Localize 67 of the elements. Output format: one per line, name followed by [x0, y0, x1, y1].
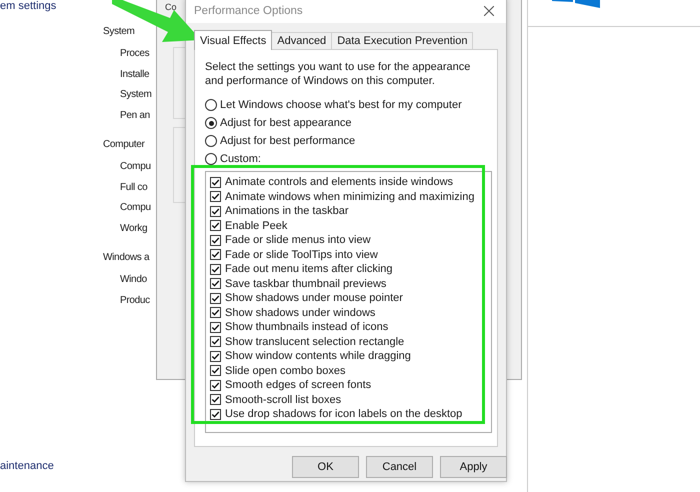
tab[interactable]: Data Execution Prevention	[331, 32, 474, 49]
checkbox-label: Enable Peek	[225, 220, 288, 232]
checkbox[interactable]	[210, 292, 221, 304]
description-text: Select the settings you want to use for the appearance and performance of Windows on this computer.	[205, 60, 472, 88]
dialog-button[interactable]: OK	[292, 456, 359, 478]
dialog-button[interactable]: Apply	[440, 456, 507, 478]
checkbox-label: Fade or slide menus into view	[225, 234, 371, 246]
settings-label: Proces	[120, 47, 150, 61]
checkbox[interactable]	[210, 322, 221, 333]
window-title: Performance Options	[194, 5, 303, 17]
close-icon[interactable]	[484, 6, 494, 16]
section-heading: System	[103, 25, 135, 39]
radio-label: Custom:	[220, 153, 261, 165]
windows-logo-icon	[550, 0, 600, 10]
settings-label: Compu	[120, 160, 151, 174]
checkbox[interactable]	[210, 350, 221, 362]
radio-button[interactable]	[205, 153, 217, 165]
settings-link[interactable]: em settings	[0, 0, 56, 12]
checkbox[interactable]	[210, 394, 221, 406]
checkbox-label: Animate controls and elements inside windows	[225, 176, 454, 188]
checkbox[interactable]	[210, 336, 221, 348]
checkbox[interactable]	[210, 191, 221, 202]
checkbox-label: Fade or slide ToolTips into view	[225, 248, 378, 261]
checkbox[interactable]	[210, 408, 221, 420]
settings-label: Windo	[120, 273, 147, 287]
checkbox-label: Smooth-scroll list boxes	[225, 394, 342, 406]
settings-label: Compu	[120, 201, 151, 215]
radio-button[interactable]	[205, 117, 217, 129]
checkbox-label: Slide open combo boxes	[225, 364, 346, 377]
settings-label: Installe	[120, 68, 150, 82]
settings-label: Pen an	[120, 108, 150, 122]
tab[interactable]: Co	[165, 2, 177, 12]
tab[interactable]: Visual Effects	[194, 30, 272, 50]
checkbox[interactable]	[210, 278, 221, 290]
checkbox-label: Animations in the taskbar	[225, 205, 349, 218]
checkbox[interactable]	[210, 380, 221, 391]
checkbox-label: Show shadows under windows	[225, 306, 376, 319]
checkbox[interactable]	[210, 264, 221, 275]
checkbox-label: Show thumbnails instead of icons	[225, 321, 388, 334]
settings-label: Produc	[120, 294, 150, 308]
checkbox-label: Animate windows when minimizing and maximizing	[225, 190, 474, 203]
checkbox-label: Smooth edges of screen fonts	[225, 379, 372, 392]
checkbox-label: Show window contents while dragging	[225, 350, 411, 362]
checkbox-label: Show translucent selection rectangle	[225, 336, 404, 348]
radio-label: Adjust for best appearance	[220, 117, 352, 129]
settings-label: Full co	[120, 180, 148, 194]
checkbox-label: Show shadows under mouse pointer	[225, 292, 403, 304]
settings-label: Workg	[120, 222, 148, 236]
checkbox-label: Fade out menu items after clicking	[225, 263, 393, 276]
checkbox[interactable]	[210, 220, 221, 232]
checkbox[interactable]	[210, 307, 221, 318]
radio-label: Let Windows choose what's best for my computer	[220, 99, 462, 111]
checkbox[interactable]	[210, 206, 221, 217]
maintenance-link[interactable]: aintenance	[0, 460, 54, 472]
settings-label: System	[120, 88, 152, 102]
radio-button[interactable]	[205, 135, 217, 147]
checkbox-label: Save taskbar thumbnail previews	[225, 278, 386, 290]
dialog-button[interactable]: Cancel	[366, 456, 433, 478]
checkbox[interactable]	[210, 249, 221, 260]
radio-label: Adjust for best performance	[220, 135, 356, 147]
checkbox[interactable]	[210, 176, 221, 188]
checkbox[interactable]	[210, 365, 221, 376]
section-heading: Computer	[103, 138, 145, 152]
section-heading: Windows a	[103, 251, 150, 265]
checkbox[interactable]	[210, 234, 221, 246]
checkbox-label: Use drop shadows for icon labels on the desktop	[225, 408, 462, 420]
radio-button[interactable]	[205, 99, 217, 111]
